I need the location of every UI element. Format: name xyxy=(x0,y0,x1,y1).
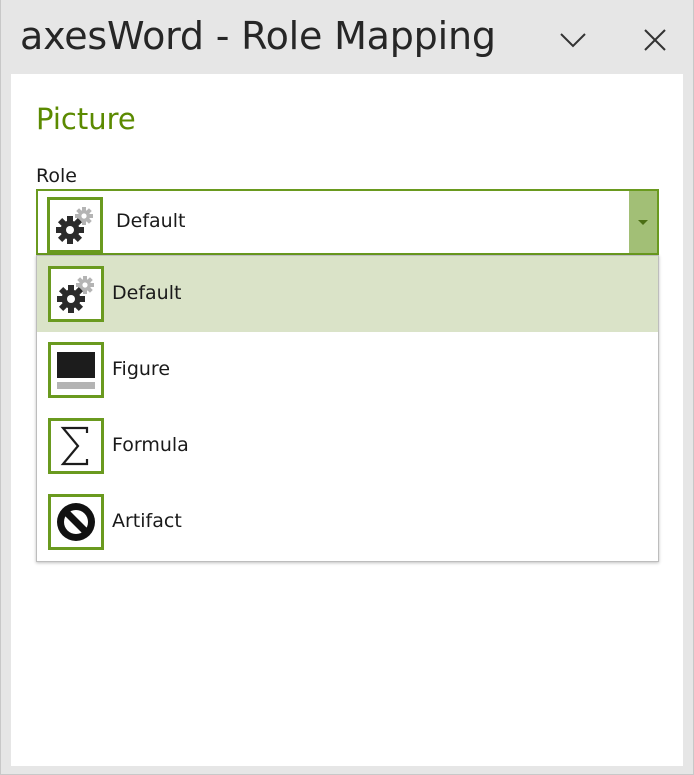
gears-icon xyxy=(56,207,93,244)
option-default[interactable]: Default xyxy=(37,256,658,332)
option-icon-frame xyxy=(48,266,104,322)
option-formula[interactable]: Formula xyxy=(37,408,658,484)
option-icon-frame xyxy=(48,494,104,550)
role-combobox[interactable]: Default xyxy=(36,189,659,255)
pane-content: Picture Role Default Default Figure Form… xyxy=(11,74,683,766)
combo-selected-value: Default xyxy=(116,210,186,232)
combo-icon-frame xyxy=(47,197,103,253)
window-title: axesWord - Role Mapping xyxy=(20,14,496,58)
title-bar: axesWord - Role Mapping xyxy=(1,0,693,74)
option-label: Formula xyxy=(112,434,189,456)
no-entry-icon xyxy=(57,503,95,541)
option-icon-frame xyxy=(48,418,104,474)
section-title: Picture xyxy=(36,102,136,136)
caret-down-icon xyxy=(638,219,648,225)
sigma-icon xyxy=(60,426,89,466)
pane-options-button[interactable] xyxy=(551,18,595,62)
chevron-down-icon xyxy=(560,33,586,48)
gears-icon xyxy=(57,276,94,313)
role-mapping-pane: axesWord - Role Mapping Picture Role Def… xyxy=(0,0,694,775)
option-figure[interactable]: Figure xyxy=(37,332,658,408)
figure-icon xyxy=(57,352,95,389)
option-icon-frame xyxy=(48,342,104,398)
dropdown-toggle-button[interactable] xyxy=(629,191,657,253)
option-label: Artifact xyxy=(112,510,182,532)
option-label: Figure xyxy=(112,358,171,380)
option-artifact[interactable]: Artifact xyxy=(37,484,658,560)
close-button[interactable] xyxy=(633,18,677,62)
close-icon xyxy=(644,29,666,51)
role-dropdown-list: Default Figure Formula Artifact xyxy=(36,255,659,562)
option-label: Default xyxy=(112,282,182,304)
role-label: Role xyxy=(36,165,77,187)
